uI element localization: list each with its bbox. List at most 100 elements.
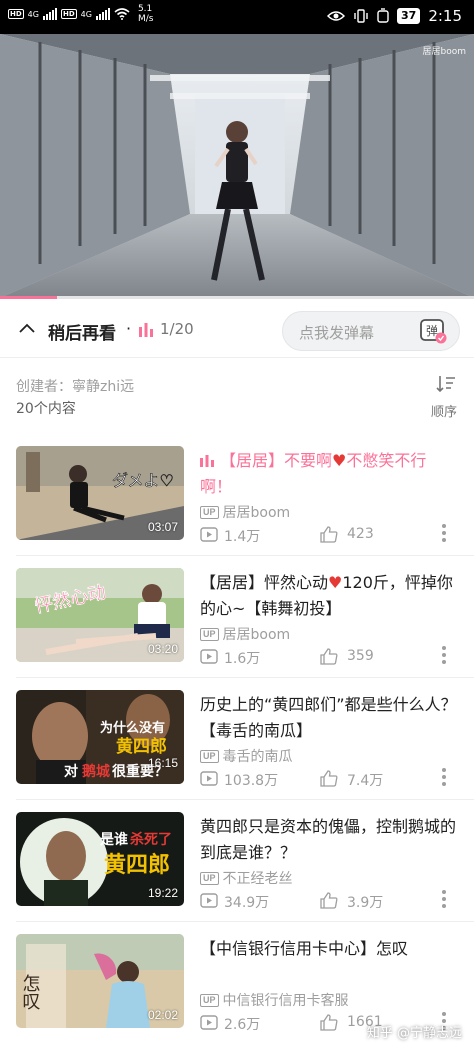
uploader-row[interactable]: UP 中信银行信用卡客服 xyxy=(200,990,349,1010)
thumbnail-caption: 怎叹 xyxy=(20,974,41,1010)
thumbs-up-icon xyxy=(320,892,338,909)
video-title[interactable]: 【中信银行信用卡中心】怎叹 xyxy=(200,936,458,988)
danmaku-placeholder: 点我发弹幕 xyxy=(299,324,375,342)
watch-later-title[interactable]: 稍后再看 xyxy=(48,319,116,344)
uploader-row[interactable]: UP 不正经老丝 xyxy=(200,868,293,888)
play-count-icon xyxy=(200,527,218,542)
video-title[interactable]: 黄四郎只是资本的傀儡，控制鹅城的到底是谁？？ xyxy=(200,814,458,866)
up-badge-icon: UP xyxy=(200,993,219,1007)
item-count: 20个内容 xyxy=(16,401,76,417)
like-count: 359 xyxy=(347,648,374,664)
heart-icon: ♥ xyxy=(332,451,347,470)
video-thumbnail[interactable]: 为什么没有 黄四郎 对 鹅城 很重要？ 16:15 xyxy=(16,690,184,784)
sort-order-label[interactable]: 顺序 xyxy=(431,401,457,420)
uploader-name: 中信银行信用卡客服 xyxy=(222,993,349,1009)
thumbnail-caption-line1a: 是谁 xyxy=(100,831,128,848)
view-count: 34.9万 xyxy=(224,895,270,911)
danmaku-toggle-icon[interactable]: 弹 xyxy=(419,318,447,344)
more-options-icon[interactable] xyxy=(440,524,448,546)
video-duration: 02:02 xyxy=(147,1008,178,1022)
network-speed-unit: M/s xyxy=(137,14,154,24)
video-frame xyxy=(0,34,474,298)
vibrate-icon xyxy=(354,9,368,23)
video-progress-fill xyxy=(0,296,57,299)
video-duration: 16:15 xyxy=(147,756,178,770)
video-list-item[interactable]: ダメよ♡ 03:07 【居居】不要啊♥不憋笑不行啊！ UP 居居boom 1.4万… xyxy=(0,434,474,556)
thumbnail-caption-line2: 黄四郎 xyxy=(116,736,167,757)
status-bar-left: HD 4G HD 4G 5.1 M/s xyxy=(8,4,153,24)
battery-indicator: 37 xyxy=(397,8,421,24)
video-title[interactable]: 历史上的“黄四郎们”都是些什么人？【毒舌的南瓜】 xyxy=(200,692,458,744)
like-count: 3.9万 xyxy=(347,895,384,911)
video-player[interactable]: 居居boom xyxy=(0,34,474,298)
signal-icon xyxy=(42,8,57,20)
play-count-icon xyxy=(200,893,218,908)
thumbnail-caption-line3b: 鹅城 xyxy=(82,763,110,780)
hd-icon: HD xyxy=(8,9,24,19)
video-duration: 19:22 xyxy=(147,886,178,900)
thumbs-up-icon xyxy=(320,526,338,543)
view-count: 103.8万 xyxy=(224,773,279,789)
video-thumbnail[interactable]: 是谁 杀死了 黄四郎 19:22 xyxy=(16,812,184,906)
video-title-text-a: 【居居】怦然心动 xyxy=(200,573,329,592)
thumbnail-caption: ダメよ♡ xyxy=(112,471,174,490)
video-title[interactable]: 【居居】不要啊♥不憋笑不行啊！ xyxy=(200,448,458,500)
network-type-2: 4G xyxy=(80,9,92,19)
video-list-item[interactable]: 怦然心动 03:20 【居居】怦然心动♥120斤，怦掉你的心~【韩舞初投】 UP… xyxy=(0,556,474,678)
playing-bars-icon xyxy=(139,323,153,337)
zhihu-watermark: 知乎 @宁静志远 xyxy=(366,1026,462,1041)
video-thumbnail[interactable]: 怎叹 02:02 xyxy=(16,934,184,1028)
video-stats: 1.6万 359 xyxy=(200,648,470,668)
heart-icon: ♥ xyxy=(328,573,343,592)
uploader-name: 居居boom xyxy=(222,627,291,643)
video-title-text-a: 【居居】不要啊 xyxy=(220,451,333,470)
uploader-name: 居居boom xyxy=(222,505,291,521)
up-badge-icon: UP xyxy=(200,749,219,763)
video-title[interactable]: 【居居】怦然心动♥120斤，怦掉你的心~【韩舞初投】 xyxy=(200,570,458,622)
uploader-row[interactable]: UP 居居boom xyxy=(200,624,290,644)
video-stats: 34.9万 3.9万 xyxy=(200,892,470,912)
more-options-icon[interactable] xyxy=(440,768,448,790)
status-bar: HD 4G HD 4G 5.1 M/s 37 2:15 xyxy=(0,0,474,34)
video-list-item[interactable]: 是谁 杀死了 黄四郎 19:22 黄四郎只是资本的傀儡，控制鹅城的到底是谁？？ … xyxy=(0,800,474,922)
wifi-icon xyxy=(114,8,130,20)
playlist-position: 1/20 xyxy=(160,320,194,338)
more-options-icon[interactable] xyxy=(440,890,448,912)
thumbnail-caption-line2: 黄四郎 xyxy=(104,852,170,878)
title-separator: · xyxy=(126,319,132,338)
network-speed: 5.1 M/s xyxy=(138,4,154,24)
alarm-icon xyxy=(377,8,389,23)
thumbs-up-icon xyxy=(320,1014,338,1031)
more-options-icon[interactable] xyxy=(440,646,448,668)
play-count-icon xyxy=(200,771,218,786)
uploader-name: 毒舌的南瓜 xyxy=(222,749,293,765)
uploader-row[interactable]: UP 毒舌的南瓜 xyxy=(200,746,293,766)
network-speed-value: 5.1 xyxy=(137,4,153,14)
video-stats: 103.8万 7.4万 xyxy=(200,770,470,790)
view-count: 1.4万 xyxy=(224,529,261,545)
video-thumbnail[interactable]: 怦然心动 03:20 xyxy=(16,568,184,662)
creator-label: 创建者：寧静zhi远 xyxy=(16,379,135,395)
thumbs-up-icon xyxy=(320,648,338,665)
up-badge-icon: UP xyxy=(200,627,219,641)
watch-later-header: 稍后再看 · 1/20 点我发弹幕 弹 xyxy=(0,302,474,358)
thumbnail-caption-line1: 为什么没有 xyxy=(100,720,165,736)
video-duration: 03:07 xyxy=(147,520,178,534)
video-stats: 1.4万 423 xyxy=(200,526,470,546)
signal-icon-2 xyxy=(95,8,110,20)
play-count-icon xyxy=(200,649,218,664)
chevron-up-icon[interactable] xyxy=(18,320,36,338)
video-progress-bar[interactable] xyxy=(0,296,474,299)
clock: 2:15 xyxy=(428,7,462,25)
now-playing-icon xyxy=(200,455,214,467)
network-type-1: 4G xyxy=(27,9,39,19)
view-count: 2.6万 xyxy=(224,1017,261,1033)
video-watermark: 居居boom xyxy=(422,47,467,57)
danmaku-input[interactable]: 点我发弹幕 弹 xyxy=(282,311,460,351)
like-count: 7.4万 xyxy=(347,773,384,789)
video-thumbnail[interactable]: ダメよ♡ 03:07 xyxy=(16,446,184,540)
uploader-row[interactable]: UP 居居boom xyxy=(200,502,290,522)
video-list-item[interactable]: 为什么没有 黄四郎 对 鹅城 很重要？ 16:15 历史上的“黄四郎们”都是些什… xyxy=(0,678,474,800)
play-count-icon xyxy=(200,1015,218,1030)
sort-order-icon[interactable] xyxy=(436,375,456,393)
